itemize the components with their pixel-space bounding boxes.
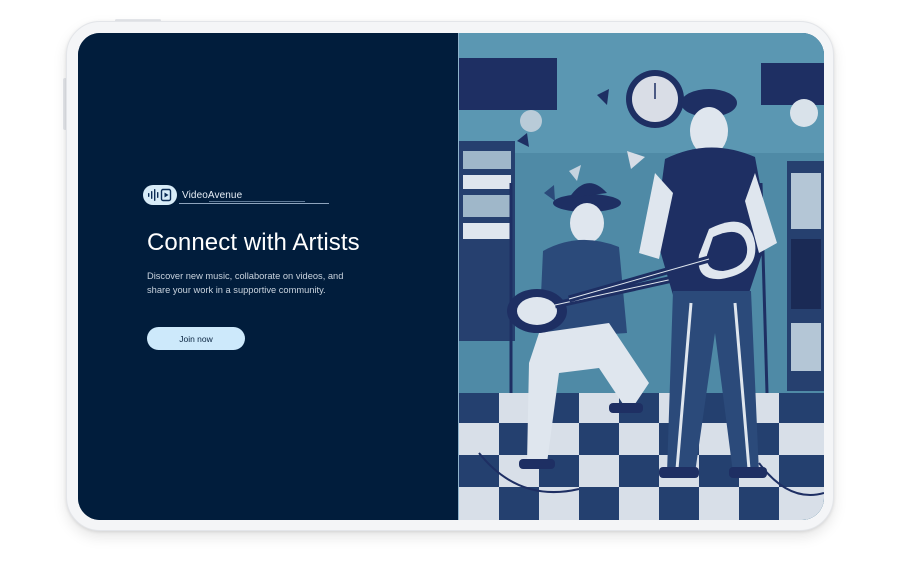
brand-underline-accent xyxy=(209,201,305,202)
sound-wave-icon xyxy=(143,185,177,205)
brand-underline xyxy=(179,203,329,204)
musicians-illustration xyxy=(459,33,824,520)
stage: VideoAvenue Connect with Artists Discove… xyxy=(0,0,900,563)
brand[interactable]: VideoAvenue xyxy=(143,185,242,205)
brand-name: VideoAvenue xyxy=(182,189,243,201)
join-now-button[interactable]: Join now xyxy=(147,327,245,350)
hero-title: Connect with Artists xyxy=(147,229,360,256)
hero-description: Discover new music, collaborate on video… xyxy=(147,271,344,295)
hero-panel: VideoAvenue Connect with Artists Discove… xyxy=(78,33,458,520)
tablet-screen: VideoAvenue Connect with Artists Discove… xyxy=(78,33,824,520)
illustration-panel xyxy=(459,33,824,520)
